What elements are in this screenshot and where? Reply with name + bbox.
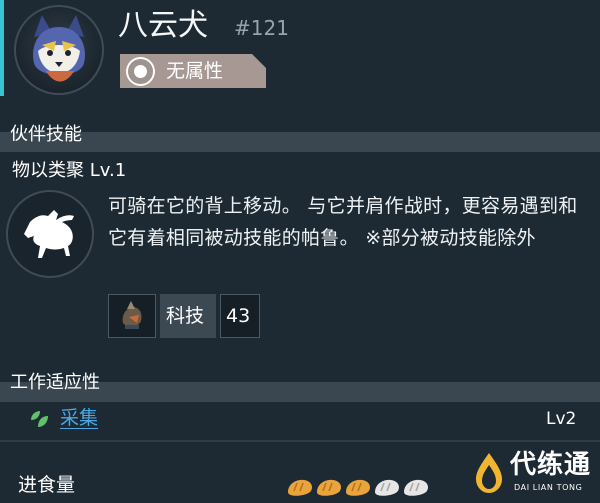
- tech-label: 科技: [166, 305, 205, 327]
- pal-number: #121: [234, 16, 289, 40]
- work-suitability-section-title: 工作适应性: [10, 372, 100, 393]
- tech-value: 43: [226, 305, 251, 327]
- watermark-text: 代练通: [510, 450, 592, 480]
- skill-description: 可骑在它的背上移动。 与它并肩作战时，更容易遇到和它有着相同被动技能的帕鲁。 ※…: [108, 195, 578, 249]
- pal-name: 八云犬: [118, 8, 208, 43]
- bread-icon-filled: [288, 479, 312, 496]
- direhowl-portrait-icon: [33, 15, 85, 82]
- bread-icon-empty: [375, 479, 399, 496]
- food-label: 进食量: [18, 474, 76, 496]
- tech-item-slot: [108, 294, 156, 338]
- watermark-subtext: DAI LIAN TONG: [514, 483, 583, 492]
- partner-skill-section-bar: [0, 132, 600, 152]
- pal-portrait: [14, 5, 104, 95]
- skill-name: 物以类聚 Lv.1: [12, 160, 127, 181]
- header-accent-bar: [0, 0, 4, 96]
- watermark-logo-icon: [476, 453, 502, 493]
- work-row-divider: [0, 440, 600, 442]
- work-item-level: Lv2: [546, 409, 577, 429]
- saddle-item-icon: [122, 301, 142, 329]
- food-meter: [288, 479, 428, 496]
- element-label: 无属性: [166, 60, 224, 82]
- bread-icon-empty: [404, 479, 428, 496]
- horse-rider-icon: [6, 190, 94, 278]
- leaf-icon: [31, 411, 48, 427]
- neutral-element-icon: [128, 59, 153, 84]
- work-item-gathering[interactable]: 采集: [60, 404, 98, 432]
- bread-icon-filled: [317, 479, 341, 496]
- partner-skill-section-title: 伙伴技能: [10, 124, 82, 145]
- bread-icon-filled: [346, 479, 370, 496]
